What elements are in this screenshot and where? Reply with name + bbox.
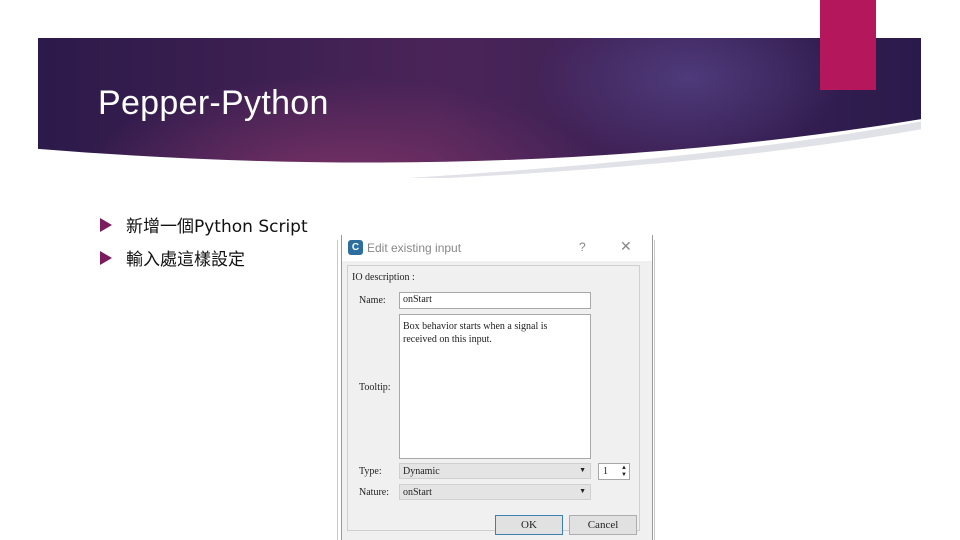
name-label: Name: xyxy=(359,295,386,306)
arrow-bullet-icon xyxy=(100,250,112,265)
tooltip-label: Tooltip: xyxy=(359,382,391,393)
name-field[interactable]: onStart xyxy=(399,292,591,309)
chevron-down-icon: ▼ xyxy=(579,487,586,495)
bullet-list: 新增一個Python Script 輸入處這樣設定 xyxy=(100,208,308,274)
dialog-title: Edit existing input xyxy=(367,241,462,255)
spin-arrows-icon[interactable]: ▲ ▼ xyxy=(621,465,627,479)
bullet-item: 新增一個Python Script xyxy=(100,208,308,241)
nature-label: Nature: xyxy=(359,487,389,498)
cancel-button[interactable]: Cancel xyxy=(569,515,637,535)
type-label: Type: xyxy=(359,466,382,477)
type-size-value: 1 xyxy=(603,466,608,477)
tooltip-textarea[interactable]: Box behavior starts when a signal is rec… xyxy=(399,314,591,459)
bullet-text: 新增一個Python Script xyxy=(126,217,308,237)
dialog-titlebar[interactable]: C Edit existing input ? ✕ xyxy=(342,235,652,261)
choregraphe-app-icon: C xyxy=(348,240,363,255)
ok-button[interactable]: OK xyxy=(495,515,563,535)
type-size-spinbox[interactable]: 1 ▲ ▼ xyxy=(598,463,630,480)
bullet-item: 輸入處這樣設定 xyxy=(100,241,308,274)
chevron-down-icon: ▼ xyxy=(579,466,586,474)
nature-select-value: onStart xyxy=(403,487,432,498)
close-icon[interactable]: ✕ xyxy=(620,238,632,255)
group-label: IO description : xyxy=(352,272,415,283)
bullet-text: 輸入處這樣設定 xyxy=(126,250,245,270)
edit-input-dialog: C Edit existing input ? ✕ IO description… xyxy=(341,235,653,540)
slide-title: Pepper-Python xyxy=(98,84,329,122)
help-button[interactable]: ? xyxy=(579,240,586,254)
arrow-bullet-icon xyxy=(100,217,112,232)
type-select[interactable]: Dynamic ▼ xyxy=(399,463,591,479)
accent-bar xyxy=(820,0,876,90)
nature-select[interactable]: onStart ▼ xyxy=(399,484,591,500)
type-select-value: Dynamic xyxy=(403,466,440,477)
